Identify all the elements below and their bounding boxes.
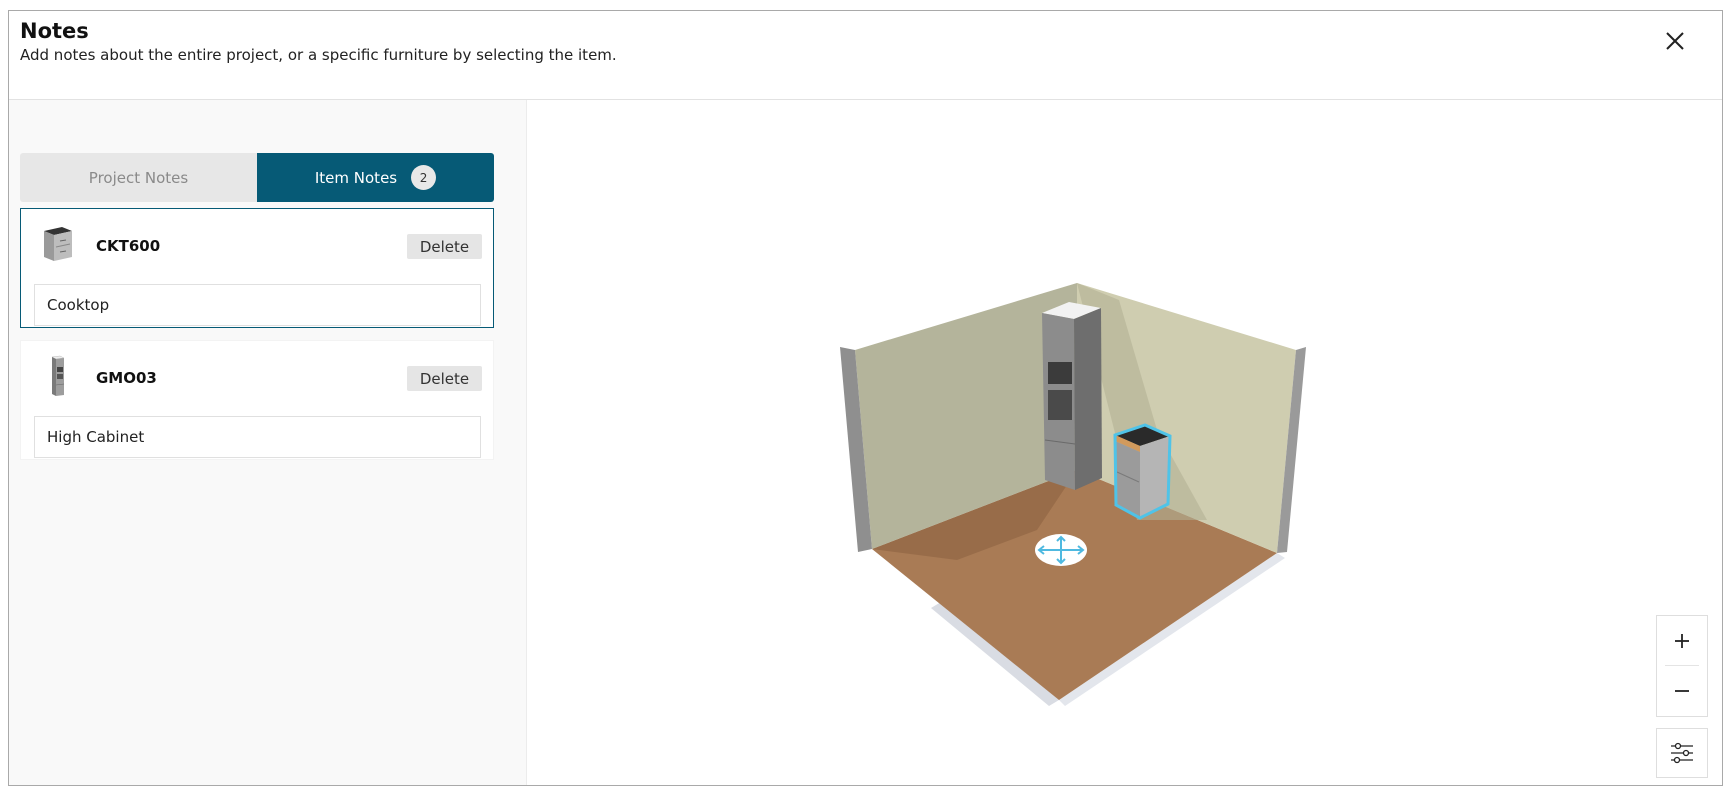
delete-button[interactable]: Delete xyxy=(407,234,482,259)
dialog-header: Notes Add notes about the entire project… xyxy=(9,11,1722,100)
notes-dialog: Notes Add notes about the entire project… xyxy=(8,10,1723,786)
item-notes-count-badge: 2 xyxy=(411,165,437,190)
item-note-card[interactable]: GMO03 Delete High Cabinet xyxy=(20,340,494,460)
item-note-card[interactable]: CKT600 Delete Cooktop xyxy=(20,208,494,328)
room-3d-viewport[interactable] xyxy=(527,100,1722,785)
sliders-icon xyxy=(1671,742,1693,764)
view-settings-button[interactable] xyxy=(1656,728,1708,778)
zoom-out-button[interactable] xyxy=(1657,666,1707,715)
item-code: GMO03 xyxy=(96,369,157,387)
tab-project-notes-label: Project Notes xyxy=(88,168,189,187)
oven-lower xyxy=(1048,390,1072,420)
item-code: CKT600 xyxy=(96,237,161,255)
high-cabinet-thumbnail xyxy=(51,355,65,396)
notes-tabs: Project Notes Item Notes 2 xyxy=(20,153,494,202)
cooktop-thumbnail xyxy=(44,227,72,261)
close-icon xyxy=(1666,32,1684,50)
minus-icon xyxy=(1675,689,1689,692)
high-cabinet-side xyxy=(1074,308,1102,490)
item-note-field[interactable]: Cooktop xyxy=(34,284,481,326)
dialog-title: Notes xyxy=(20,19,89,43)
item-note-field[interactable]: High Cabinet xyxy=(34,416,481,458)
dialog-subtitle: Add notes about the entire project, or a… xyxy=(20,46,617,64)
tab-project-notes[interactable]: Project Notes xyxy=(20,153,257,202)
plus-icon xyxy=(1675,633,1689,648)
zoom-controls xyxy=(1656,615,1708,717)
tab-item-notes[interactable]: Item Notes 2 xyxy=(257,153,494,202)
tab-item-notes-label: Item Notes xyxy=(314,168,398,187)
room-scene xyxy=(840,283,1306,706)
zoom-in-button[interactable] xyxy=(1657,616,1707,665)
oven-upper xyxy=(1048,362,1072,384)
notes-sidebar: Project Notes Item Notes 2 CKT600 Delete… xyxy=(9,100,527,785)
delete-button[interactable]: Delete xyxy=(407,366,482,391)
close-button[interactable] xyxy=(1662,28,1688,54)
